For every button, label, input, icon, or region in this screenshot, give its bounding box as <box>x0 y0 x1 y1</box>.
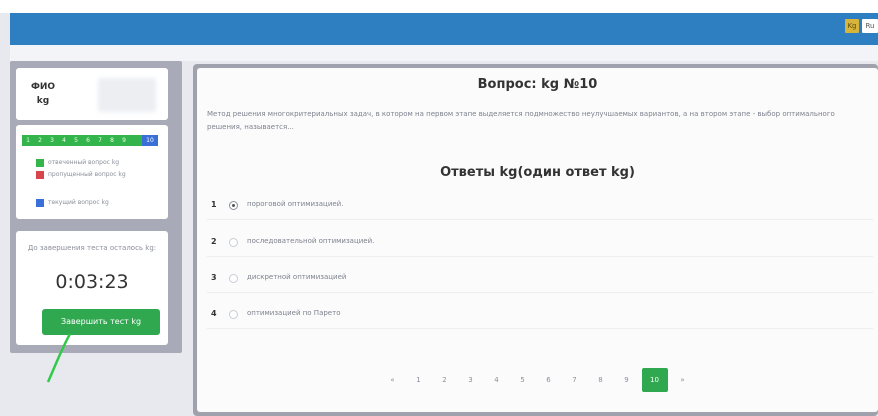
question-title: Вопрос: kg №10 <box>477 77 598 92</box>
fio-label-line2: kg <box>36 96 50 106</box>
page-10[interactable]: 10 <box>641 368 668 392</box>
question-map-card: 1 2 3 4 5 6 7 8 9 10 отвеченный вопрос kg пропуще… <box>16 125 168 219</box>
page-4[interactable]: 4 <box>484 368 510 392</box>
page-5[interactable]: 5 <box>510 368 536 392</box>
question-number-8[interactable]: 8 <box>106 135 118 146</box>
question-text: Метод решения многокритериальных задач, … <box>207 110 835 131</box>
question-number-5[interactable]: 5 <box>70 135 82 146</box>
answer-option-2[interactable]: 2 последовательной оптимизацией. <box>207 228 873 257</box>
question-number-2[interactable]: 2 <box>34 135 46 146</box>
current-swatch <box>36 199 44 207</box>
pagination-prev[interactable]: « <box>380 368 406 392</box>
answers-title: Ответы kg(один ответ kg) <box>440 165 635 180</box>
answer-radio[interactable] <box>229 238 238 247</box>
answer-radio[interactable] <box>229 274 238 283</box>
question-number-1[interactable]: 1 <box>22 135 34 146</box>
top-margin <box>0 0 878 13</box>
fio-label: ФИО kg <box>26 80 60 108</box>
page-9[interactable]: 9 <box>614 368 640 392</box>
answer-text: дискретной оптимизацией <box>247 273 347 281</box>
page-1[interactable]: 1 <box>406 368 432 392</box>
page-8[interactable]: 8 <box>588 368 614 392</box>
question-number-3[interactable]: 3 <box>46 135 58 146</box>
timer-card: До завершения теста осталось kg: 0:03:23… <box>16 231 168 345</box>
top-navbar <box>10 13 878 45</box>
legend-skipped: пропущенный вопрос kg <box>48 171 126 178</box>
lang-kg-button[interactable]: Kg <box>845 19 859 33</box>
user-card: ФИО kg <box>16 68 168 120</box>
fio-label-line1: ФИО <box>30 82 56 92</box>
pagination: « 1 2 3 4 5 6 7 8 9 10» <box>197 368 878 392</box>
question-panel: Вопрос: kg №10 Метод решения многокритер… <box>197 68 878 412</box>
question-number-10[interactable]: 10 <box>142 135 158 146</box>
question-number-6[interactable]: 6 <box>82 135 94 146</box>
answer-option-4[interactable]: 4 оптимизацией по Парето <box>207 300 873 329</box>
question-number-4[interactable]: 4 <box>58 135 70 146</box>
answer-text: оптимизацией по Парето <box>247 309 341 317</box>
question-number-9[interactable]: 9 <box>118 135 130 146</box>
skipped-swatch <box>36 171 44 179</box>
page-3[interactable]: 3 <box>458 368 484 392</box>
answered-swatch <box>36 159 44 167</box>
answer-text: пороговой оптимизацией. <box>247 200 344 208</box>
answer-radio[interactable] <box>229 201 238 210</box>
user-avatar <box>98 78 156 112</box>
timer-value: 0:03:23 <box>55 271 129 293</box>
subheader-strip <box>10 45 878 61</box>
answer-radio[interactable] <box>229 310 238 319</box>
answer-text: последовательной оптимизацией. <box>247 237 375 245</box>
legend-answered: отвеченный вопрос kg <box>48 159 120 166</box>
answer-option-1[interactable]: 1 пороговой оптимизацией. <box>207 191 873 220</box>
pagination-next[interactable]: » <box>670 368 696 392</box>
page-6[interactable]: 6 <box>536 368 562 392</box>
question-number-7[interactable]: 7 <box>94 135 106 146</box>
answer-option-3[interactable]: 3 дискретной оптимизацией <box>207 264 873 293</box>
page-2[interactable]: 2 <box>432 368 458 392</box>
question-number-bar: 1 2 3 4 5 6 7 8 9 10 <box>22 135 158 146</box>
legend-current: текущий вопрос kg <box>48 199 109 206</box>
answer-number: 1 <box>211 200 217 209</box>
annotation-arrow-icon <box>46 333 72 383</box>
page-7[interactable]: 7 <box>562 368 588 392</box>
timer-label: До завершения теста осталось kg: <box>27 244 157 252</box>
lang-ru-button[interactable]: Ru <box>862 19 878 33</box>
answer-number: 3 <box>211 273 217 282</box>
answer-number: 2 <box>211 237 217 246</box>
answer-number: 4 <box>211 309 217 318</box>
